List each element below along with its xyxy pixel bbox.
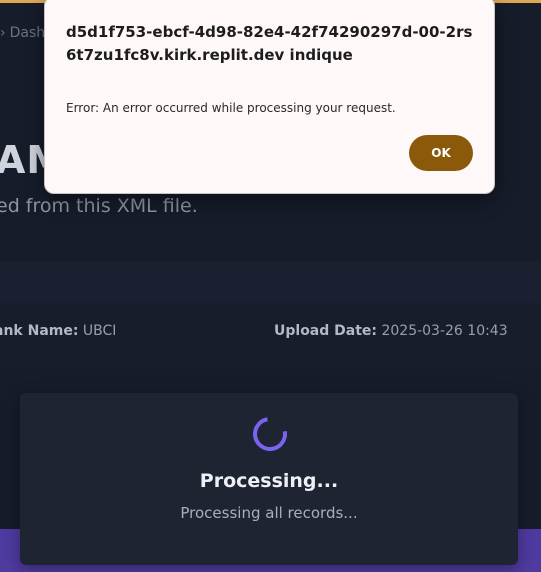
processing-overlay: Processing... Processing all records... [20, 393, 518, 565]
alert-message: Error: An error occurred while processin… [66, 101, 396, 115]
bank-name-info: ank Name: UBCI [0, 323, 116, 339]
processing-subtitle: Processing all records... [180, 504, 358, 522]
ok-button[interactable]: OK [409, 135, 473, 171]
page-subtitle: ed from this XML file. [0, 195, 198, 217]
breadcrumb[interactable]: › Dash [0, 25, 45, 41]
bank-name-value: UBCI [82, 323, 117, 339]
upload-date-info: Upload Date: 2025-03-26 10:43 [274, 323, 508, 339]
upload-date-label: Upload Date: [274, 323, 378, 339]
upload-date-value: 2025-03-26 10:43 [381, 323, 508, 339]
loading-spinner-icon [246, 410, 294, 458]
alert-dialog: d5d1f753-ebcf-4d98-82e4-42f74290297d-00-… [44, 0, 495, 194]
processing-title: Processing... [199, 470, 339, 492]
breadcrumb-dashboard-link[interactable]: Dash [10, 25, 46, 41]
file-info-row: ank Name: UBCI Upload Date: 2025-03-26 1… [0, 303, 541, 367]
breadcrumb-separator-icon: › [0, 25, 6, 41]
bank-name-label: ank Name: [0, 323, 79, 339]
alert-title: d5d1f753-ebcf-4d98-82e4-42f74290297d-00-… [66, 23, 473, 64]
panel-header [0, 261, 541, 303]
